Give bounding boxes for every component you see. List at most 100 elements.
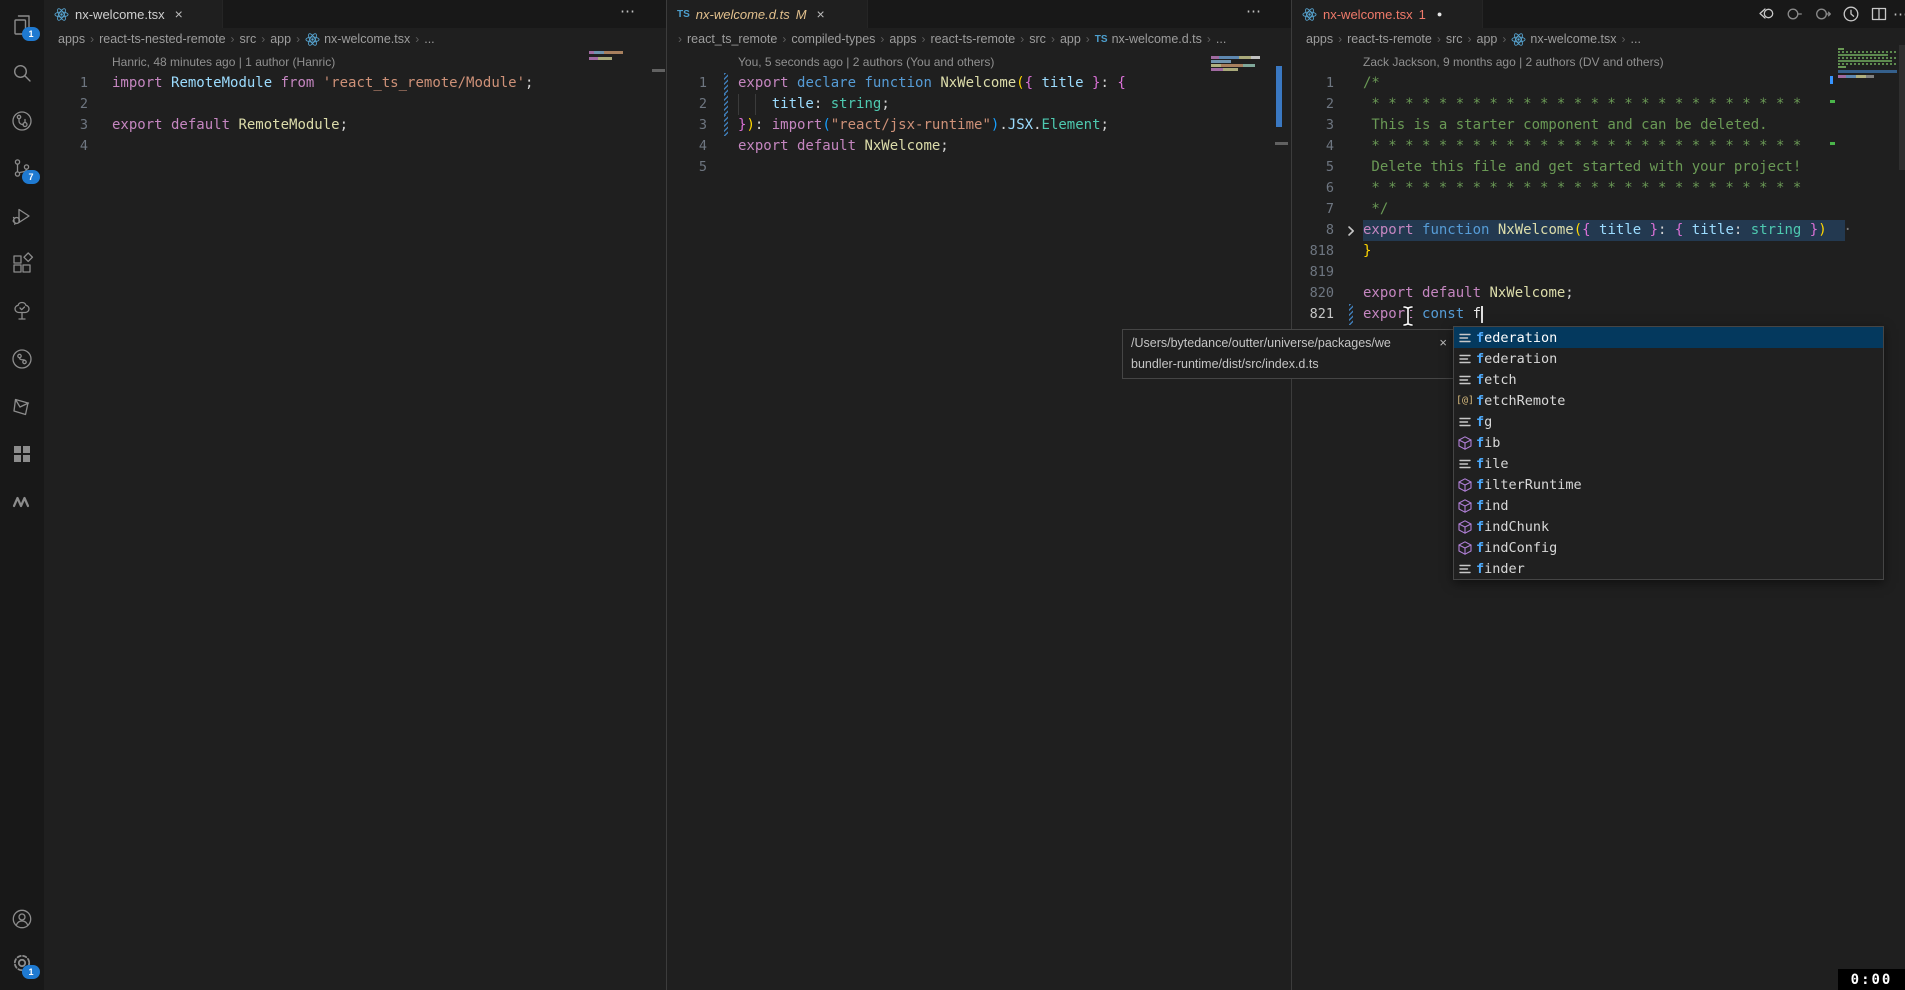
minimap[interactable]: [1838, 54, 1888, 56]
code-line-4[interactable]: 4: [44, 136, 666, 157]
scrollbar-slider[interactable]: [652, 69, 665, 72]
minimap[interactable]: [1838, 75, 1874, 78]
minimap[interactable]: [589, 51, 623, 54]
suggest-item-fg[interactable]: fg: [1454, 411, 1883, 432]
breadcrumb-item[interactable]: ...: [1631, 32, 1641, 46]
code-line-819[interactable]: 819: [1292, 262, 1905, 283]
more-actions-button[interactable]: ⋯: [1246, 2, 1262, 20]
suggest-item-federation[interactable]: federation: [1454, 327, 1883, 348]
breadcrumb-item[interactable]: src: [1029, 32, 1046, 46]
breadcrumb-item[interactable]: apps: [889, 32, 916, 46]
tab-nx-welcome.tsx[interactable]: nx-welcome.tsx1●: [1292, 0, 1483, 28]
breadcrumb-item[interactable]: ...: [1216, 32, 1226, 46]
code-editor[interactable]: Zack Jackson, 9 months ago | 2 authors (…: [1292, 50, 1905, 325]
breadcrumb-item[interactable]: app: [1060, 32, 1081, 46]
git-blame-annotation[interactable]: You, 5 seconds ago | 2 authors (You and …: [738, 52, 994, 73]
suggest-item-federation[interactable]: federation: [1454, 348, 1883, 369]
minimap[interactable]: [1838, 66, 1846, 68]
tab-nx-welcome.d.ts[interactable]: TSnx-welcome.d.tsM×: [667, 0, 868, 28]
close-icon[interactable]: ×: [1439, 332, 1447, 353]
breadcrumb-item[interactable]: apps: [1306, 32, 1333, 46]
breadcrumb-item[interactable]: compiled-types: [791, 32, 875, 46]
code-line-1[interactable]: 1import RemoteModule from 'react_ts_remo…: [44, 73, 666, 94]
history-icon[interactable]: [1840, 3, 1862, 25]
minimap-gutter-marker[interactable]: [1830, 76, 1833, 84]
code-line-3[interactable]: 3}): import("react/jsx-runtime").JSX.Ele…: [667, 115, 1292, 136]
breadcrumb-item[interactable]: nx-welcome.tsx: [1511, 32, 1616, 47]
todo-tree-icon[interactable]: [0, 294, 44, 328]
code-line-820[interactable]: 820export default NxWelcome;: [1292, 283, 1905, 304]
suggest-item-file[interactable]: file: [1454, 453, 1883, 474]
breadcrumb-item[interactable]: ...: [424, 32, 434, 46]
wave-icon[interactable]: [0, 485, 44, 519]
suggest-item-findChunk[interactable]: findChunk: [1454, 516, 1883, 537]
code-editor[interactable]: Hanric, 48 minutes ago | 1 author (Hanri…: [44, 50, 666, 157]
fold-chevron-icon[interactable]: [1343, 223, 1359, 239]
suggest-item-fetch[interactable]: fetch: [1454, 369, 1883, 390]
grid-icon[interactable]: [0, 437, 44, 471]
scrollbar-slider[interactable]: [1899, 45, 1905, 170]
minimap[interactable]: [1838, 51, 1896, 53]
code-line-3[interactable]: 3 This is a starter component and can be…: [1292, 115, 1905, 136]
suggest-item-fetchRemote[interactable]: [@]fetchRemote: [1454, 390, 1883, 411]
suggest-item-fib[interactable]: fib: [1454, 432, 1883, 453]
suggest-item-filterRuntime[interactable]: filterRuntime: [1454, 474, 1883, 495]
minimap-gutter-marker[interactable]: [1830, 142, 1835, 145]
git-graph-icon[interactable]: [0, 342, 44, 376]
code-line-4[interactable]: 4export default NxWelcome;: [667, 136, 1292, 157]
dirty-indicator-dot[interactable]: ●: [1437, 9, 1442, 19]
tab-nx-welcome.tsx[interactable]: nx-welcome.tsx×: [44, 0, 223, 28]
minimap[interactable]: [1838, 57, 1896, 59]
breadcrumb-item[interactable]: apps: [58, 32, 85, 46]
overview-ruler-modified[interactable]: [1276, 66, 1282, 127]
split-editor-icon[interactable]: [1868, 3, 1890, 25]
git-blame-annotation[interactable]: Zack Jackson, 9 months ago | 2 authors (…: [1363, 52, 1664, 73]
scrollbar-slider[interactable]: [1275, 142, 1288, 145]
minimap[interactable]: [1838, 48, 1844, 50]
breadcrumb-item[interactable]: src: [240, 32, 257, 46]
code-line-821[interactable]: 821export const f: [1292, 304, 1905, 325]
suggest-item-find[interactable]: find: [1454, 495, 1883, 516]
minimap[interactable]: [1838, 60, 1892, 62]
explorer-icon[interactable]: 1: [0, 8, 44, 42]
minimap[interactable]: [1211, 56, 1260, 59]
code-line-1[interactable]: 1export declare function NxWelcome({ tit…: [667, 73, 1292, 94]
suggest-item-findConfig[interactable]: findConfig: [1454, 537, 1883, 558]
search-icon[interactable]: [0, 56, 44, 90]
minimap-gutter-marker[interactable]: [1830, 100, 1835, 103]
commit-graph-icon[interactable]: [0, 104, 44, 138]
code-line-3[interactable]: 3export default RemoteModule;: [44, 115, 666, 136]
source-control-icon[interactable]: 7: [0, 151, 44, 185]
code-line-6[interactable]: 6 * * * * * * * * * * * * * * * * * * * …: [1292, 178, 1905, 199]
breadcrumb-item[interactable]: src: [1446, 32, 1463, 46]
minimap[interactable]: [1211, 68, 1238, 71]
code-line-2[interactable]: 2 title: string;: [667, 94, 1292, 115]
breadcrumb-item[interactable]: react_ts_remote: [687, 32, 777, 46]
minimap-highlight[interactable]: [1838, 70, 1897, 74]
code-line-7[interactable]: 7 */: [1292, 199, 1905, 220]
nav-back-icon[interactable]: [1754, 3, 1776, 25]
account-icon[interactable]: [0, 902, 44, 936]
code-line-1[interactable]: 1/*: [1292, 73, 1905, 94]
minimap[interactable]: [1211, 64, 1255, 67]
code-line-2[interactable]: 2: [44, 94, 666, 115]
breadcrumb-item[interactable]: react-ts-remote: [1347, 32, 1432, 46]
breadcrumb-item[interactable]: nx-welcome.tsx: [305, 32, 410, 47]
suggest-item-finder[interactable]: finder: [1454, 558, 1883, 579]
code-line-5[interactable]: 5: [667, 157, 1292, 178]
breadcrumb-item[interactable]: react-ts-nested-remote: [99, 32, 225, 46]
code-line-4[interactable]: 4 * * * * * * * * * * * * * * * * * * * …: [1292, 136, 1905, 157]
breadcrumb-item[interactable]: app: [1477, 32, 1498, 46]
more-icon[interactable]: ⋯: [1890, 3, 1905, 25]
minimap[interactable]: [1838, 63, 1896, 65]
ribbon-icon[interactable]: [0, 390, 44, 424]
circle-arrow-right-icon[interactable]: [1812, 3, 1834, 25]
minimap[interactable]: [589, 57, 612, 60]
breadcrumb-item[interactable]: TSnx-welcome.d.ts: [1095, 32, 1202, 46]
code-line-5[interactable]: 5 Delete this file and get started with …: [1292, 157, 1905, 178]
code-editor[interactable]: You, 5 seconds ago | 2 authors (You and …: [667, 50, 1292, 178]
breadcrumb-item[interactable]: react-ts-remote: [931, 32, 1016, 46]
breadcrumb-item[interactable]: app: [270, 32, 291, 46]
git-blame-annotation[interactable]: Hanric, 48 minutes ago | 1 author (Hanri…: [112, 52, 335, 73]
code-line-8[interactable]: 8export function NxWelcome({ title }: { …: [1292, 220, 1905, 241]
